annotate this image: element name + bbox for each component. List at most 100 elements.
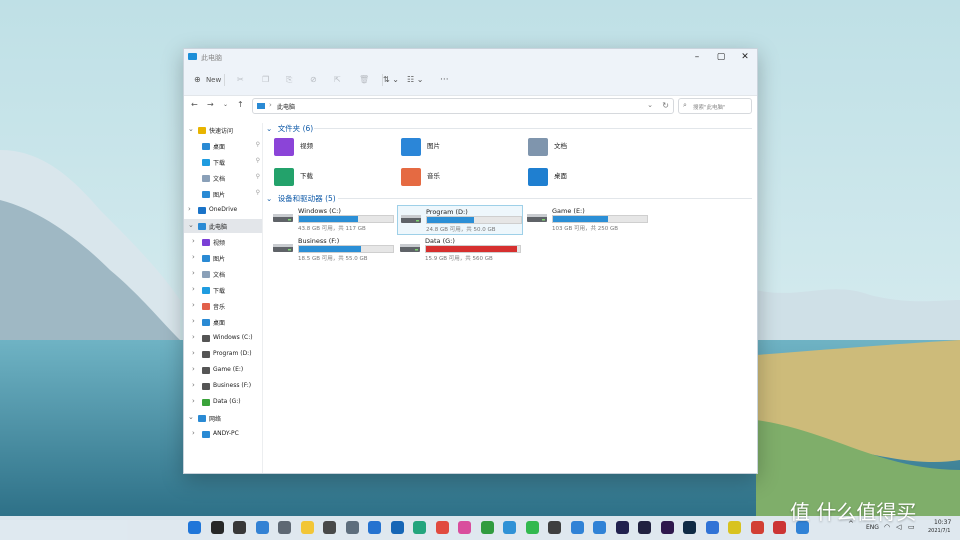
start-icon[interactable] (188, 521, 201, 534)
after-effects-icon[interactable] (615, 521, 629, 534)
sidebar-item[interactable]: › Game (E:) (184, 363, 262, 377)
breadcrumb[interactable]: 此电脑 (277, 102, 295, 111)
tray-language[interactable]: ENG (866, 524, 879, 531)
chevron-right-icon[interactable]: › (192, 285, 195, 293)
new-button[interactable]: ⊕ New (194, 73, 221, 87)
drive-item[interactable]: Program (D:) 24.8 GB 可用，共 50.0 GB (397, 205, 523, 235)
folder-item[interactable]: 视频 (272, 137, 392, 159)
sidebar-item[interactable]: ⌄ 快速访问 (184, 123, 262, 137)
rename-icon[interactable]: ⊘ (310, 73, 317, 87)
delete-icon[interactable]: 🗑 (359, 73, 369, 87)
drive-item[interactable]: Data (G:) 15.9 GB 可用，共 560 GB (397, 235, 521, 263)
task-view-icon[interactable] (233, 521, 246, 534)
folder-item[interactable]: 下载 (272, 167, 392, 189)
sidebar-item[interactable]: ⌄ 此电脑 (184, 219, 262, 233)
music-app-icon[interactable] (728, 521, 741, 534)
sidebar-item[interactable]: ⌄ 网络 (184, 411, 262, 425)
bluetooth-icon[interactable] (570, 521, 584, 534)
drives-section-header[interactable]: ⌄ 设备和驱动器 (5) (266, 193, 752, 204)
chevron-right-icon[interactable]: › (192, 237, 195, 245)
chevron-right-icon[interactable]: › (188, 205, 191, 213)
minimize-button[interactable]: – (685, 49, 709, 65)
view-button[interactable]: ☷ ⌄ (407, 73, 423, 87)
translate-icon[interactable] (503, 521, 516, 534)
sidebar-item[interactable]: › Business (F:) (184, 379, 262, 393)
drive-item[interactable]: Windows (C:) 43.8 GB 可用，共 117 GB (270, 205, 394, 233)
refresh-icon[interactable]: ↻ (662, 101, 669, 110)
netease-icon[interactable] (750, 521, 764, 534)
pin-icon[interactable]: ⚲ (256, 173, 260, 180)
photos-icon[interactable] (458, 521, 471, 534)
maximize-button[interactable]: ▢ (709, 49, 733, 65)
address-bar[interactable]: › 此电脑 ⌄ ↻ (252, 98, 674, 114)
cut-icon[interactable]: ✂ (237, 73, 244, 87)
pin-icon[interactable]: ⚲ (256, 157, 260, 164)
chevron-down-icon[interactable]: ⌄ (188, 221, 194, 229)
mail-icon[interactable] (368, 521, 381, 534)
chevron-right-icon[interactable]: › (192, 317, 195, 325)
more-options-button[interactable]: ··· (440, 73, 449, 87)
sidebar-item[interactable]: › 下载 (184, 283, 262, 297)
chevron-down-icon[interactable]: ⌄ (188, 125, 194, 133)
pin-icon[interactable]: ⚲ (256, 141, 260, 148)
drive-item[interactable]: Business (F:) 18.5 GB 可用，共 55.0 GB (270, 235, 394, 263)
folders-section-header[interactable]: ⌄ 文件夹 (6) (266, 123, 752, 134)
chevron-right-icon[interactable]: › (192, 381, 195, 389)
sidebar-item[interactable]: › Program (D:) (184, 347, 262, 361)
chevron-right-icon[interactable]: › (192, 349, 195, 357)
sidebar-item[interactable]: › OneDrive (184, 203, 262, 217)
sidebar-item[interactable]: › Data (G:) (184, 395, 262, 409)
edge-icon[interactable] (413, 521, 426, 534)
qq-icon[interactable] (548, 521, 561, 534)
chevron-right-icon[interactable]: › (192, 333, 195, 341)
chevron-right-icon[interactable]: › (192, 365, 195, 373)
sidebar-item[interactable]: › ANDY-PC (184, 427, 262, 441)
drive-item[interactable]: Game (E:) 103 GB 可用，共 250 GB (524, 205, 648, 233)
sidebar-item[interactable]: 文档 ⚲ (184, 171, 262, 185)
folder-item[interactable]: 图片 (399, 137, 519, 159)
xbox-icon[interactable] (480, 521, 494, 534)
copy-icon[interactable]: ❐ (262, 73, 269, 87)
recent-locations-button[interactable]: ⌄ (223, 101, 228, 108)
store-icon[interactable] (345, 521, 359, 534)
forward-button[interactable]: → (207, 100, 214, 109)
paste-icon[interactable]: ⎘ (286, 73, 292, 87)
sort-button[interactable]: ⇅ ⌄ (383, 73, 399, 87)
chevron-right-icon[interactable]: › (192, 429, 195, 437)
bird-app-icon[interactable] (705, 521, 719, 534)
search-box[interactable]: ⌕ 搜索"此电脑" (678, 98, 752, 114)
chevron-right-icon[interactable]: › (192, 301, 195, 309)
chevron-down-icon[interactable]: ⌄ (647, 101, 653, 109)
sidebar-item[interactable]: › 视频 (184, 235, 262, 249)
chrome-icon[interactable] (435, 521, 449, 534)
up-button[interactable]: ↑ (237, 100, 244, 109)
photoshop-icon[interactable] (683, 521, 696, 534)
chevron-right-icon[interactable]: › (192, 253, 195, 261)
chevron-right-icon[interactable]: › (192, 269, 195, 277)
sidebar-item[interactable]: 桌面 ⚲ (184, 139, 262, 153)
title-bar[interactable]: 此电脑 – ▢ ✕ (184, 49, 757, 65)
settings-icon[interactable] (278, 521, 291, 534)
folder-item[interactable]: 桌面 (526, 167, 646, 189)
file-explorer-icon[interactable] (300, 521, 314, 534)
chevron-right-icon[interactable]: › (192, 397, 195, 405)
back-button[interactable]: ← (191, 100, 198, 109)
chevron-down-icon[interactable]: ⌄ (188, 413, 194, 421)
close-button[interactable]: ✕ (733, 49, 757, 65)
clock-date[interactable]: 2021/7/1 (928, 528, 950, 534)
search-icon[interactable] (210, 521, 224, 534)
game-icon[interactable] (773, 521, 786, 534)
wechat-icon[interactable] (525, 521, 539, 534)
folder-item[interactable]: 文档 (526, 137, 646, 159)
sidebar-item[interactable]: › 音乐 (184, 299, 262, 313)
media-encoder-icon[interactable] (638, 521, 651, 534)
pin-icon[interactable]: ⚲ (256, 189, 260, 196)
folder-item[interactable]: 音乐 (399, 167, 519, 189)
todo-icon[interactable] (593, 521, 606, 534)
share-icon[interactable]: ⇱ (334, 73, 341, 87)
sidebar-item[interactable]: › Windows (C:) (184, 331, 262, 345)
widgets-icon[interactable] (255, 521, 269, 534)
sidebar-item[interactable]: › 文档 (184, 267, 262, 281)
sidebar-item[interactable]: › 图片 (184, 251, 262, 265)
premiere-icon[interactable] (660, 521, 674, 534)
